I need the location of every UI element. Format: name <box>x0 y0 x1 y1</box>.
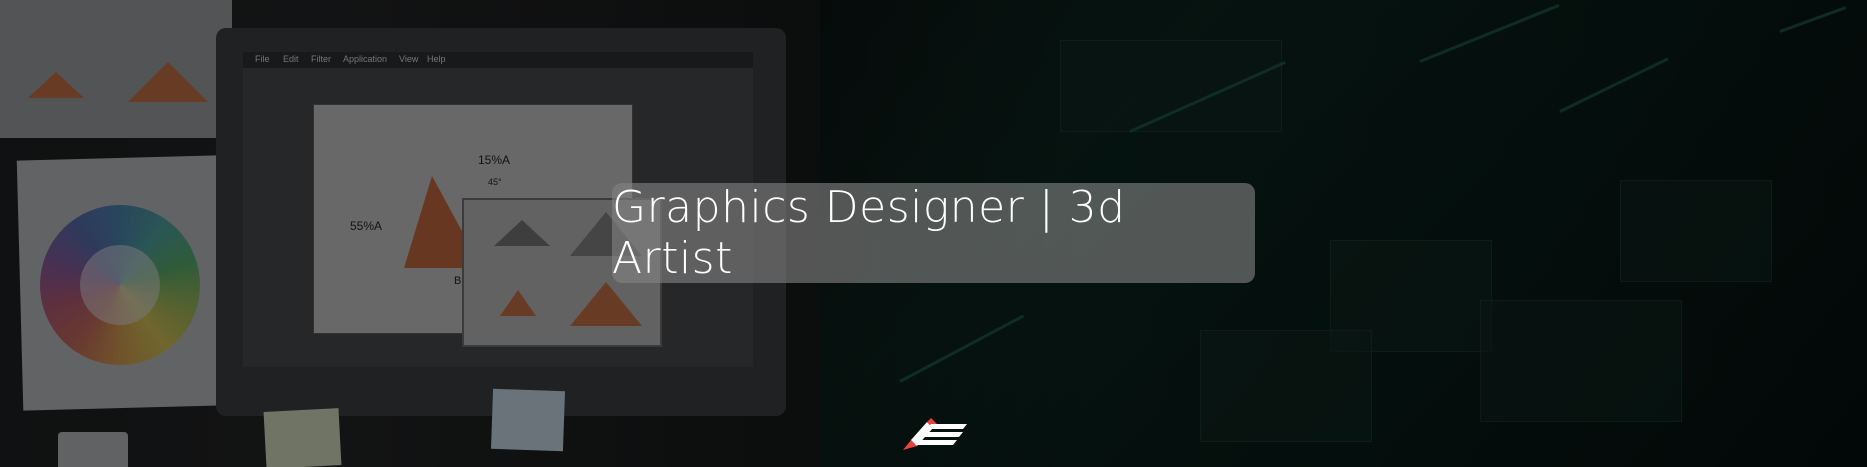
banner-title: Graphics Designer | 3d Artist <box>612 182 1126 284</box>
pencil-lines-logo-icon <box>903 418 967 450</box>
hero-banner: File Edit Filter Application View Help 1… <box>0 0 1867 467</box>
title-pill: Graphics Designer | 3d Artist <box>612 182 1255 284</box>
